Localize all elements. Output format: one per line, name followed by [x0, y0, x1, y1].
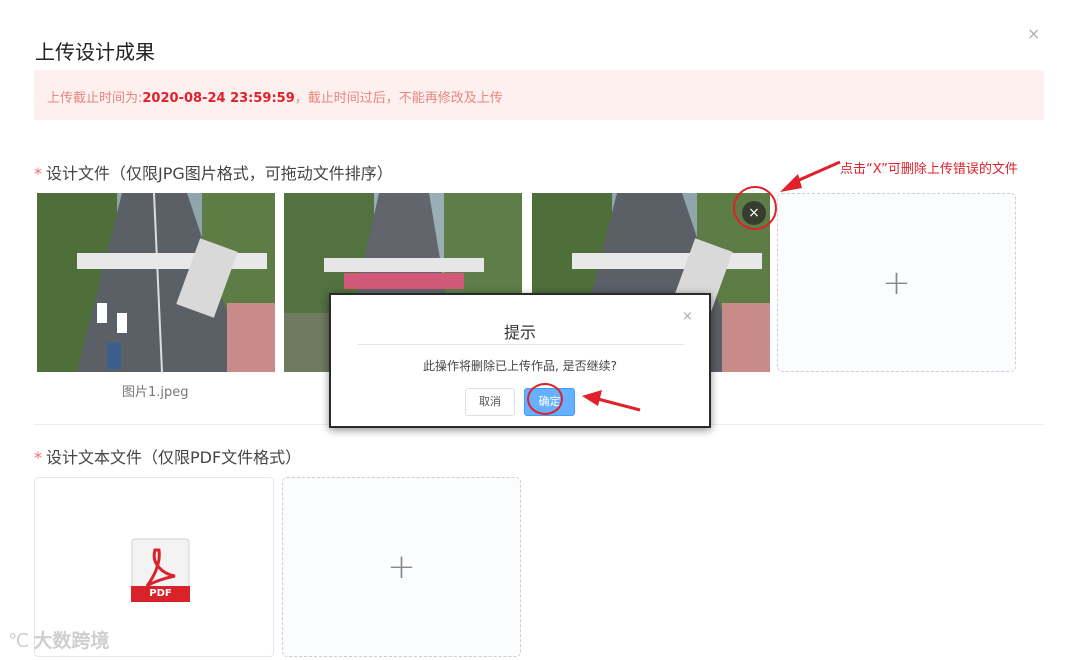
alert-suffix: ，截止时间过后，不能再修改及上传	[294, 91, 503, 106]
design-files-label: * 设计文件（仅限JPG图片格式，可拖动文件排序）	[34, 160, 393, 184]
highlight-ring	[733, 186, 777, 230]
confirm-dialog: 提示 × 此操作将删除已上传作品, 是否继续? 取消 确定	[329, 293, 711, 428]
confirm-dialog-title: 提示	[503, 323, 536, 342]
alert-deadline: 2020-08-24 23:59:59	[142, 91, 295, 106]
close-icon[interactable]: ×	[1027, 26, 1040, 42]
upload-design-file-button[interactable]: +	[777, 193, 1016, 372]
annotation-text: 点击“X”可删除上传错误的文件	[840, 162, 1018, 177]
alert-text: 上传截止时间为:2020-08-24 23:59:59，截止时间过后，不能再修改…	[47, 87, 503, 106]
highlight-ring	[527, 383, 563, 415]
watermark-text: 大数跨境	[33, 630, 110, 652]
plus-icon: +	[882, 262, 911, 303]
alert-prefix: 上传截止时间为:	[47, 91, 143, 106]
required-mark: *	[34, 448, 42, 467]
cancel-button[interactable]: 取消	[465, 388, 515, 416]
page-title: 上传设计成果	[35, 40, 155, 64]
pdf-badge: PDF	[131, 586, 190, 602]
design-file-thumbnail[interactable]	[37, 193, 275, 372]
thumbnail-caption: 图片1.jpeg	[122, 385, 189, 400]
confirm-dialog-message: 此操作将删除已上传作品, 是否继续?	[423, 359, 617, 373]
watermark: ℃ 大数跨境	[8, 626, 109, 653]
watermark-logo-icon: ℃	[8, 630, 30, 652]
deadline-alert: 上传截止时间为:2020-08-24 23:59:59，截止时间过后，不能再修改…	[34, 70, 1044, 120]
dialog-divider	[358, 344, 684, 345]
close-icon[interactable]: ×	[682, 309, 693, 324]
upload-pdf-file-button[interactable]: +	[282, 477, 521, 657]
confirm-arrow	[582, 390, 641, 412]
design-text-files-label-text: 设计文本文件（仅限PDF文件格式）	[46, 448, 302, 467]
design-files-label-text: 设计文件（仅限JPG图片格式，可拖动文件排序）	[46, 164, 393, 183]
annotation-arrow	[780, 160, 841, 192]
bridge-photo	[37, 193, 275, 372]
plus-icon: +	[387, 547, 416, 587]
pdf-icon: PDF	[131, 538, 190, 602]
required-mark: *	[34, 164, 42, 183]
design-text-files-label: * 设计文本文件（仅限PDF文件格式）	[34, 444, 301, 468]
